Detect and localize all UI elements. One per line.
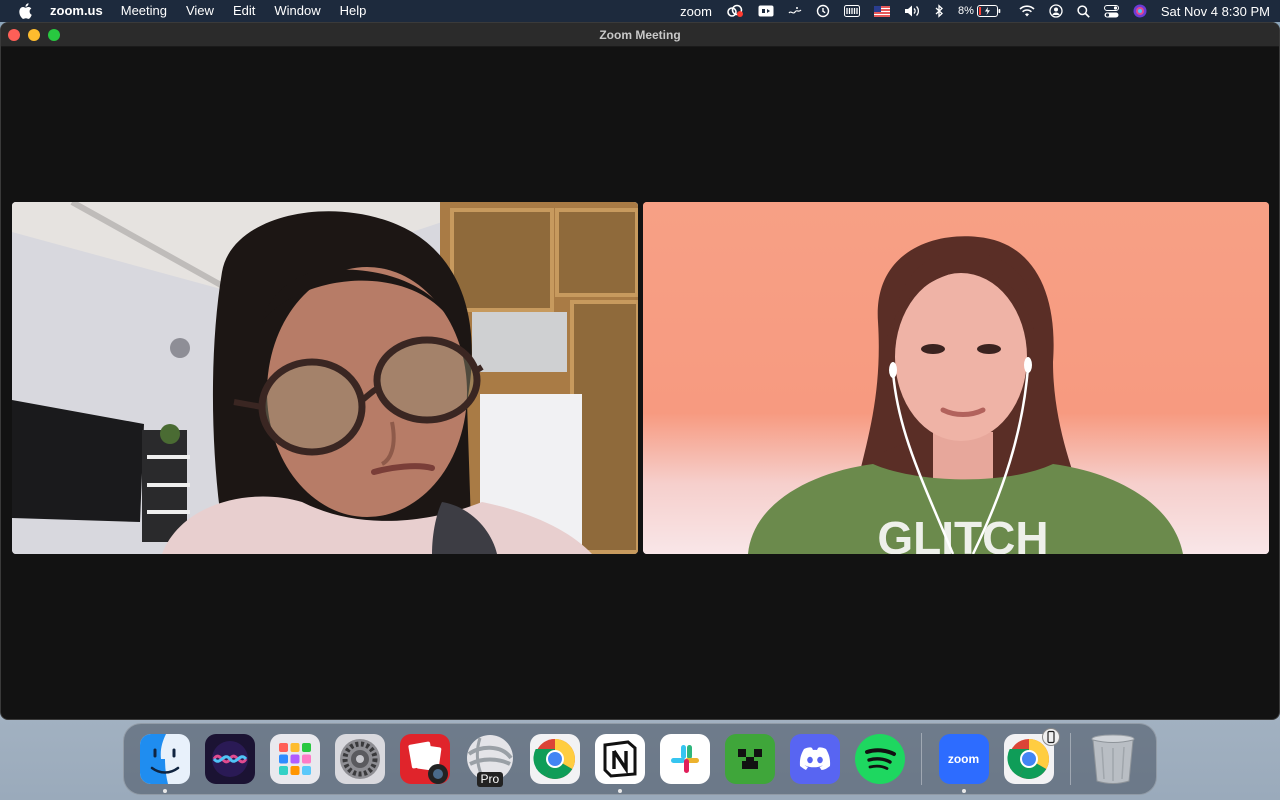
close-window-button[interactable]: [8, 29, 20, 41]
control-center-icon[interactable]: [1103, 0, 1119, 22]
dock-discord[interactable]: [789, 734, 840, 784]
window-titlebar[interactable]: Zoom Meeting: [1, 23, 1279, 47]
zoom-icon: zoom: [947, 752, 980, 766]
spotify-icon: [854, 734, 905, 784]
script-icon[interactable]: [788, 0, 802, 22]
pro-badge: Pro: [476, 772, 504, 787]
dock-photo-booth[interactable]: [399, 734, 450, 784]
siri-icon[interactable]: [1133, 0, 1147, 22]
creeper-icon: [737, 749, 762, 771]
menu-meeting[interactable]: Meeting: [121, 0, 167, 22]
apple-icon[interactable]: [18, 3, 32, 19]
participant-1-video-frame: [12, 202, 638, 554]
zoom-tray-label[interactable]: zoom: [680, 0, 712, 22]
menu-window[interactable]: Window: [274, 0, 320, 22]
memory-icon[interactable]: [843, 0, 860, 22]
volume-icon[interactable]: [904, 0, 921, 22]
finder-icon: [139, 734, 190, 784]
running-indicator: [162, 789, 167, 793]
trash-icon: [1091, 734, 1134, 784]
time-machine-icon[interactable]: [816, 0, 830, 22]
minimize-window-button[interactable]: [28, 29, 40, 41]
launchpad-icon: [278, 743, 311, 775]
dock-siri[interactable]: [204, 734, 255, 784]
dock-separator: [1070, 733, 1071, 785]
dock-google-chrome-recent[interactable]: [1003, 728, 1060, 784]
creative-cloud-icon[interactable]: [726, 0, 744, 22]
menu-bar: zoom.us Meeting View Edit Window Help zo…: [0, 0, 1280, 22]
dock-slack[interactable]: [659, 734, 710, 784]
photo-booth-icon: [407, 741, 448, 784]
bluetooth-icon[interactable]: [935, 0, 944, 22]
spotlight-search-icon[interactable]: [1077, 0, 1090, 22]
battery-icon[interactable]: [976, 0, 1001, 22]
menubar-clock[interactable]: Sat Nov 4 8:30 PM: [1161, 4, 1270, 19]
menu-help[interactable]: Help: [340, 0, 367, 22]
wifi-icon[interactable]: [1019, 0, 1035, 22]
dock: Pro zoom: [123, 723, 1157, 795]
shirt-lettering: GLITCH: [877, 512, 1048, 554]
us-flag-icon[interactable]: [873, 0, 890, 22]
dock-google-chrome[interactable]: [529, 734, 580, 784]
dock-google-earth-pro[interactable]: Pro: [465, 734, 515, 787]
chrome-icon: [532, 739, 575, 779]
user-account-icon[interactable]: [1049, 0, 1063, 22]
participant-2-video-frame: GLITCH: [643, 202, 1269, 554]
notion-icon: [603, 740, 636, 778]
gear-icon: [339, 739, 380, 779]
dock-finder[interactable]: [139, 734, 190, 793]
dock-launchpad[interactable]: [269, 734, 320, 784]
dock-spotify[interactable]: [854, 734, 905, 784]
siri-icon: [211, 741, 248, 777]
menu-view[interactable]: View: [186, 0, 214, 22]
slack-icon: [670, 745, 699, 773]
running-indicator: [961, 789, 966, 793]
app-menu-zoom[interactable]: zoom.us: [50, 0, 103, 22]
dock-notion[interactable]: [594, 734, 645, 793]
dock-zoom[interactable]: zoom: [938, 734, 989, 793]
fullscreen-window-button[interactable]: [48, 29, 60, 41]
participant-video-tile-2[interactable]: GLITCH: [643, 202, 1269, 554]
screen-record-icon[interactable]: [758, 0, 774, 22]
participant-video-tile-1[interactable]: [12, 202, 638, 554]
running-indicator: [617, 789, 622, 793]
dock-minecraft[interactable]: [724, 734, 775, 784]
dock-trash[interactable]: [1088, 734, 1138, 784]
battery-percent: 8%: [957, 5, 974, 17]
mobile-device-badge-icon: [1041, 728, 1060, 746]
menu-edit[interactable]: Edit: [233, 0, 255, 22]
dock-system-preferences[interactable]: [334, 734, 385, 784]
discord-icon: [799, 747, 830, 770]
window-title: Zoom Meeting: [599, 27, 681, 42]
zoom-meeting-window: Zoom Meeting GLITCH: [0, 22, 1280, 720]
dock-separator: [921, 733, 922, 785]
